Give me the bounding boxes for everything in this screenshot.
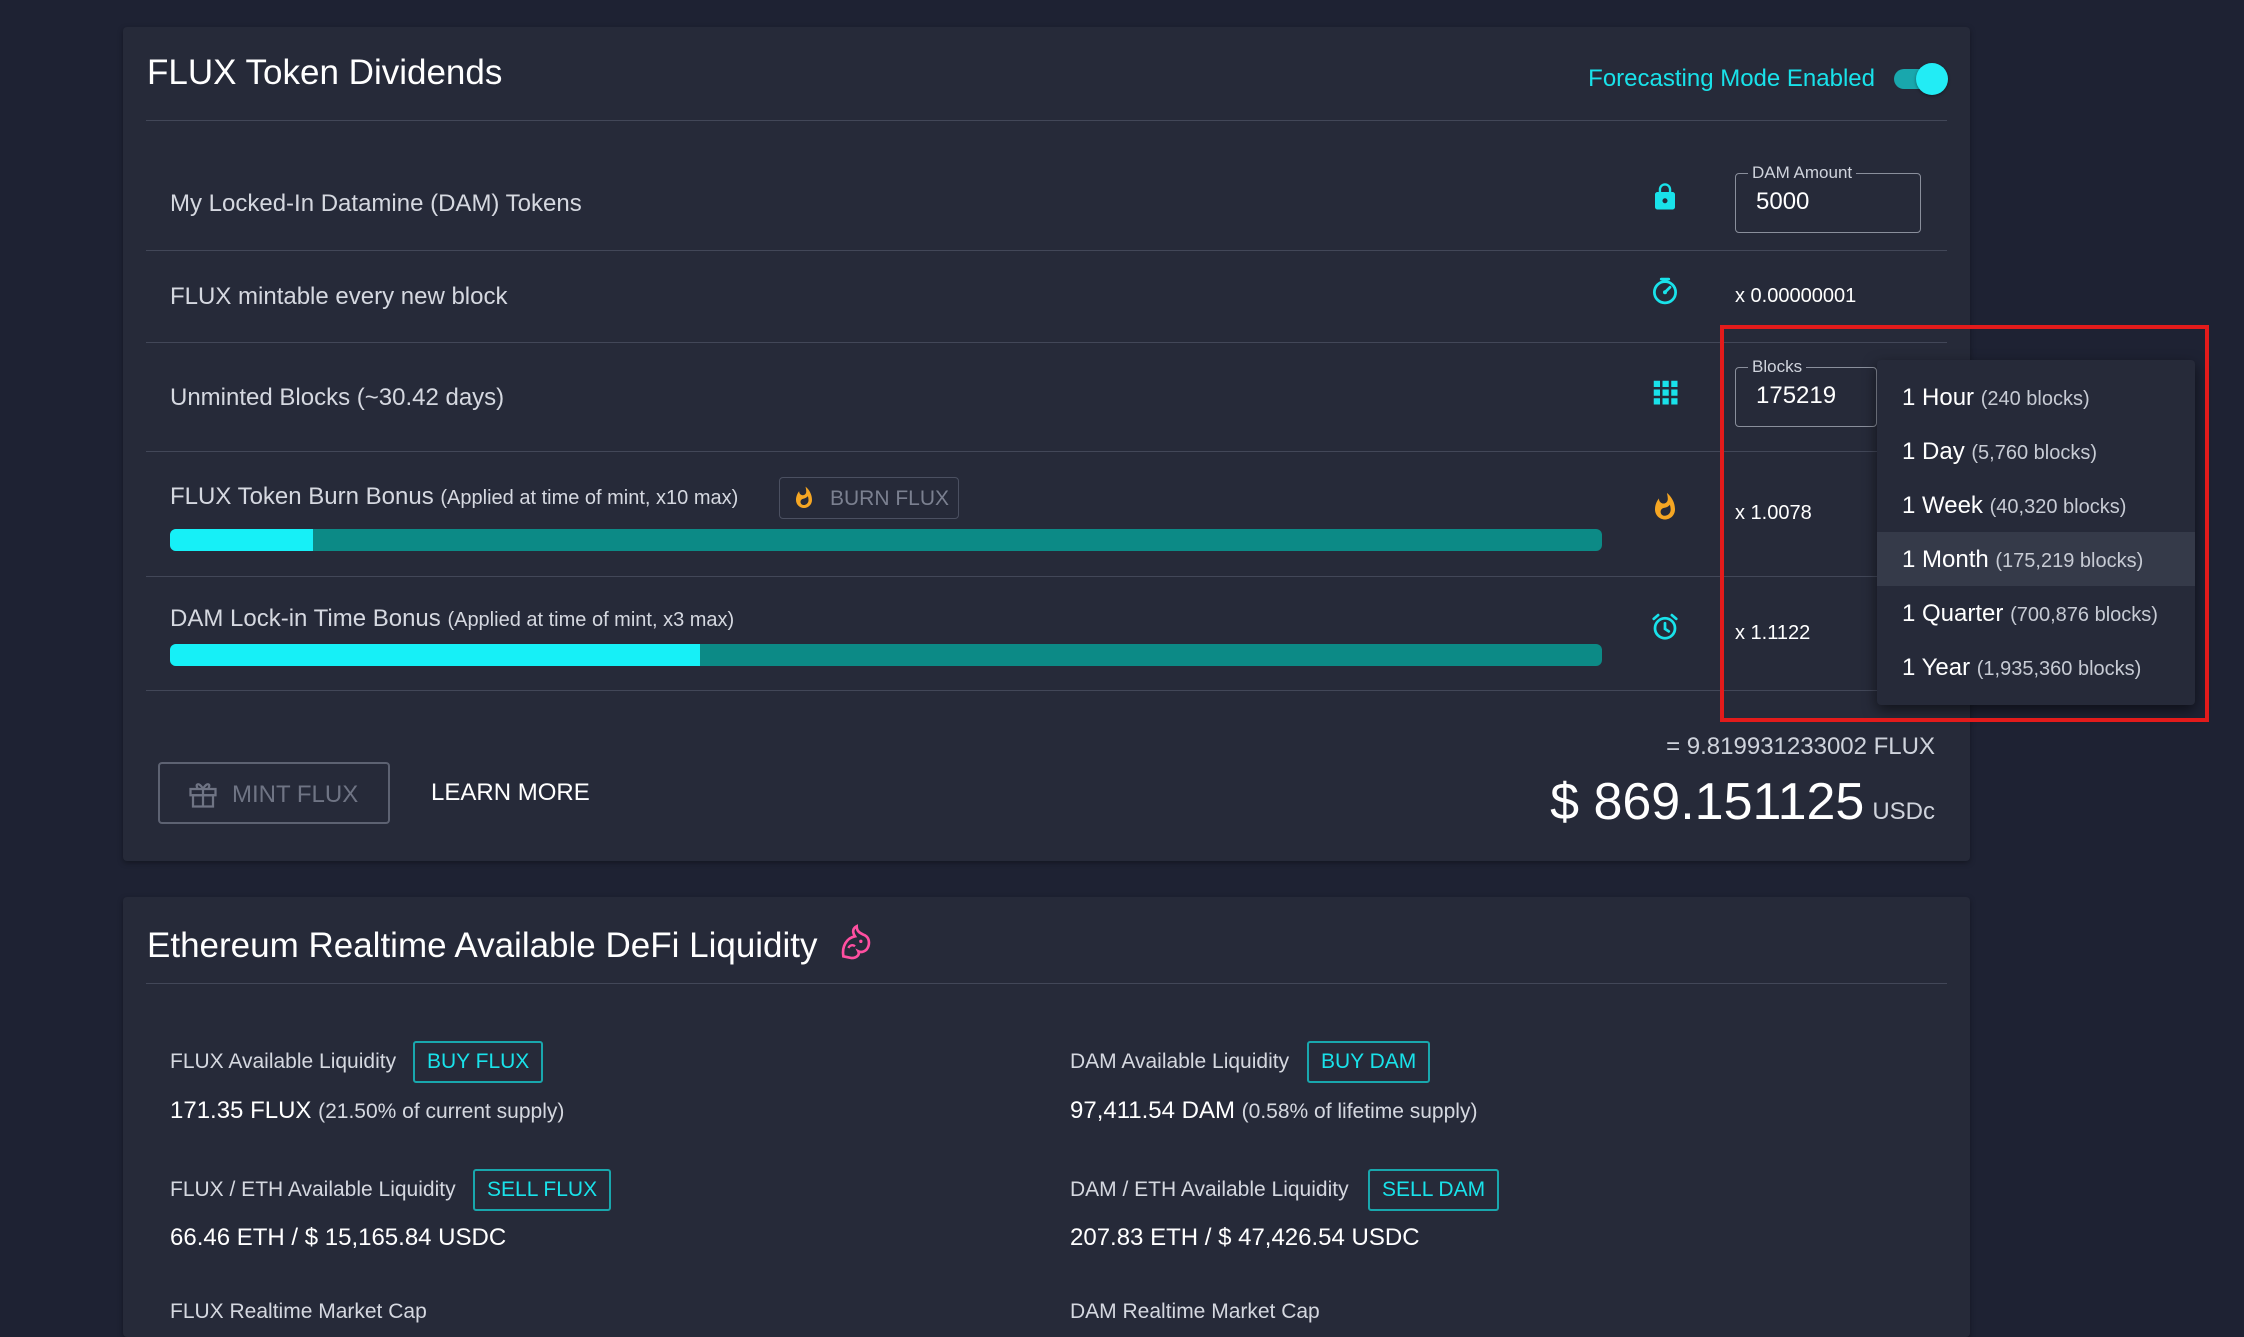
lock-icon	[1655, 183, 1675, 210]
mintable-label: FLUX mintable every new block	[170, 283, 508, 310]
lockin-bonus-bar-fill	[170, 644, 700, 666]
flux-liquidity-value: 171.35 FLUX (21.50% of current supply)	[170, 1097, 565, 1124]
dam-amount-field[interactable]: DAM Amount 5000	[1735, 164, 1921, 233]
lockin-bonus-note: (Applied at time of mint, x3 max)	[447, 609, 735, 631]
burn-bonus-note: (Applied at time of mint, x10 max)	[440, 487, 739, 509]
burn-bonus-label: FLUX Token Burn Bonus (Applied at time o…	[170, 483, 738, 511]
dam-eth-label: DAM / ETH Available Liquidity	[1070, 1178, 1349, 1201]
forecasting-label[interactable]: Forecasting Mode Enabled	[1588, 65, 1875, 93]
burn-flux-label[interactable]: BURN FLUX	[830, 487, 949, 511]
annotation-highlight-box	[1720, 325, 2209, 722]
alarm-icon	[1652, 613, 1678, 640]
timer-icon	[1653, 277, 1677, 305]
divider	[146, 120, 1947, 121]
total-usd: $ 869.151125 USDc	[1550, 772, 1935, 832]
total-flux: = 9.819931233002 FLUX	[1666, 733, 1935, 760]
unminted-blocks-label: Unminted Blocks (~30.42 days)	[170, 384, 505, 411]
toggle-knob[interactable]	[1916, 63, 1948, 95]
divider	[146, 576, 1947, 577]
flux-market-cap-label: FLUX Realtime Market Cap	[170, 1300, 427, 1323]
burn-flux-button[interactable]: BURN FLUX	[779, 477, 959, 519]
flux-eth-value: 66.46 ETH / $ 15,165.84 USDC	[170, 1224, 507, 1251]
liquidity-title: Ethereum Realtime Available DeFi Liquidi…	[147, 923, 875, 966]
mintable-value: x 0.00000001	[1735, 285, 1857, 307]
mint-flux-label[interactable]: MINT FLUX	[232, 781, 358, 809]
burn-bonus-title: FLUX Token Burn Bonus	[170, 483, 434, 510]
divider	[146, 983, 1947, 984]
fire-icon	[796, 486, 812, 508]
burn-bonus-bar-fill	[170, 529, 314, 551]
uniswap-unicorn-icon	[841, 924, 871, 960]
sell-flux-button[interactable]: SELL FLUX	[473, 1169, 612, 1211]
mint-flux-button[interactable]: MINT FLUX	[158, 762, 390, 824]
fire-icon	[1655, 492, 1675, 520]
dam-amount-legend: DAM Amount	[1748, 164, 1857, 182]
burn-bonus-bar	[170, 529, 1602, 551]
flux-eth-label: FLUX / ETH Available Liquidity	[170, 1178, 456, 1201]
lockin-bonus-title: DAM Lock-in Time Bonus	[170, 605, 441, 632]
dam-eth-value: 207.83 ETH / $ 47,426.54 USDC	[1070, 1224, 1420, 1251]
buy-flux-button[interactable]: BUY FLUX	[413, 1041, 544, 1083]
lockin-bonus-bar	[170, 644, 1602, 666]
divider	[146, 342, 1947, 343]
dividends-title: FLUX Token Dividends	[147, 53, 503, 92]
dam-market-cap-label: DAM Realtime Market Cap	[1070, 1300, 1320, 1323]
sell-dam-button[interactable]: SELL DAM	[1368, 1169, 1500, 1211]
flux-liquidity-label: FLUX Available Liquidity	[170, 1050, 397, 1073]
locked-tokens-label: My Locked-In Datamine (DAM) Tokens	[170, 190, 582, 217]
dam-liquidity-label: DAM Available Liquidity	[1070, 1050, 1290, 1073]
divider	[146, 451, 1947, 452]
total-usd-unit: USDc	[1872, 798, 1935, 825]
dam-amount-value[interactable]: 5000	[1756, 188, 1809, 216]
learn-more-link[interactable]: LEARN MORE	[431, 779, 590, 807]
total-usd-amount: $ 869.151125	[1550, 773, 1865, 831]
grid-icon	[1653, 380, 1678, 405]
dam-liquidity-value: 97,411.54 DAM (0.58% of lifetime supply)	[1070, 1097, 1478, 1124]
liquidity-card: Ethereum Realtime Available DeFi Liquidi…	[123, 897, 1970, 1337]
dividends-card: FLUX Token Dividends Forecasting Mode En…	[123, 27, 1970, 861]
gift-icon	[189, 783, 217, 808]
lockin-bonus-label: DAM Lock-in Time Bonus (Applied at time …	[170, 605, 734, 633]
divider	[146, 690, 1947, 691]
buy-dam-button[interactable]: BUY DAM	[1307, 1041, 1431, 1083]
divider	[146, 250, 1947, 251]
